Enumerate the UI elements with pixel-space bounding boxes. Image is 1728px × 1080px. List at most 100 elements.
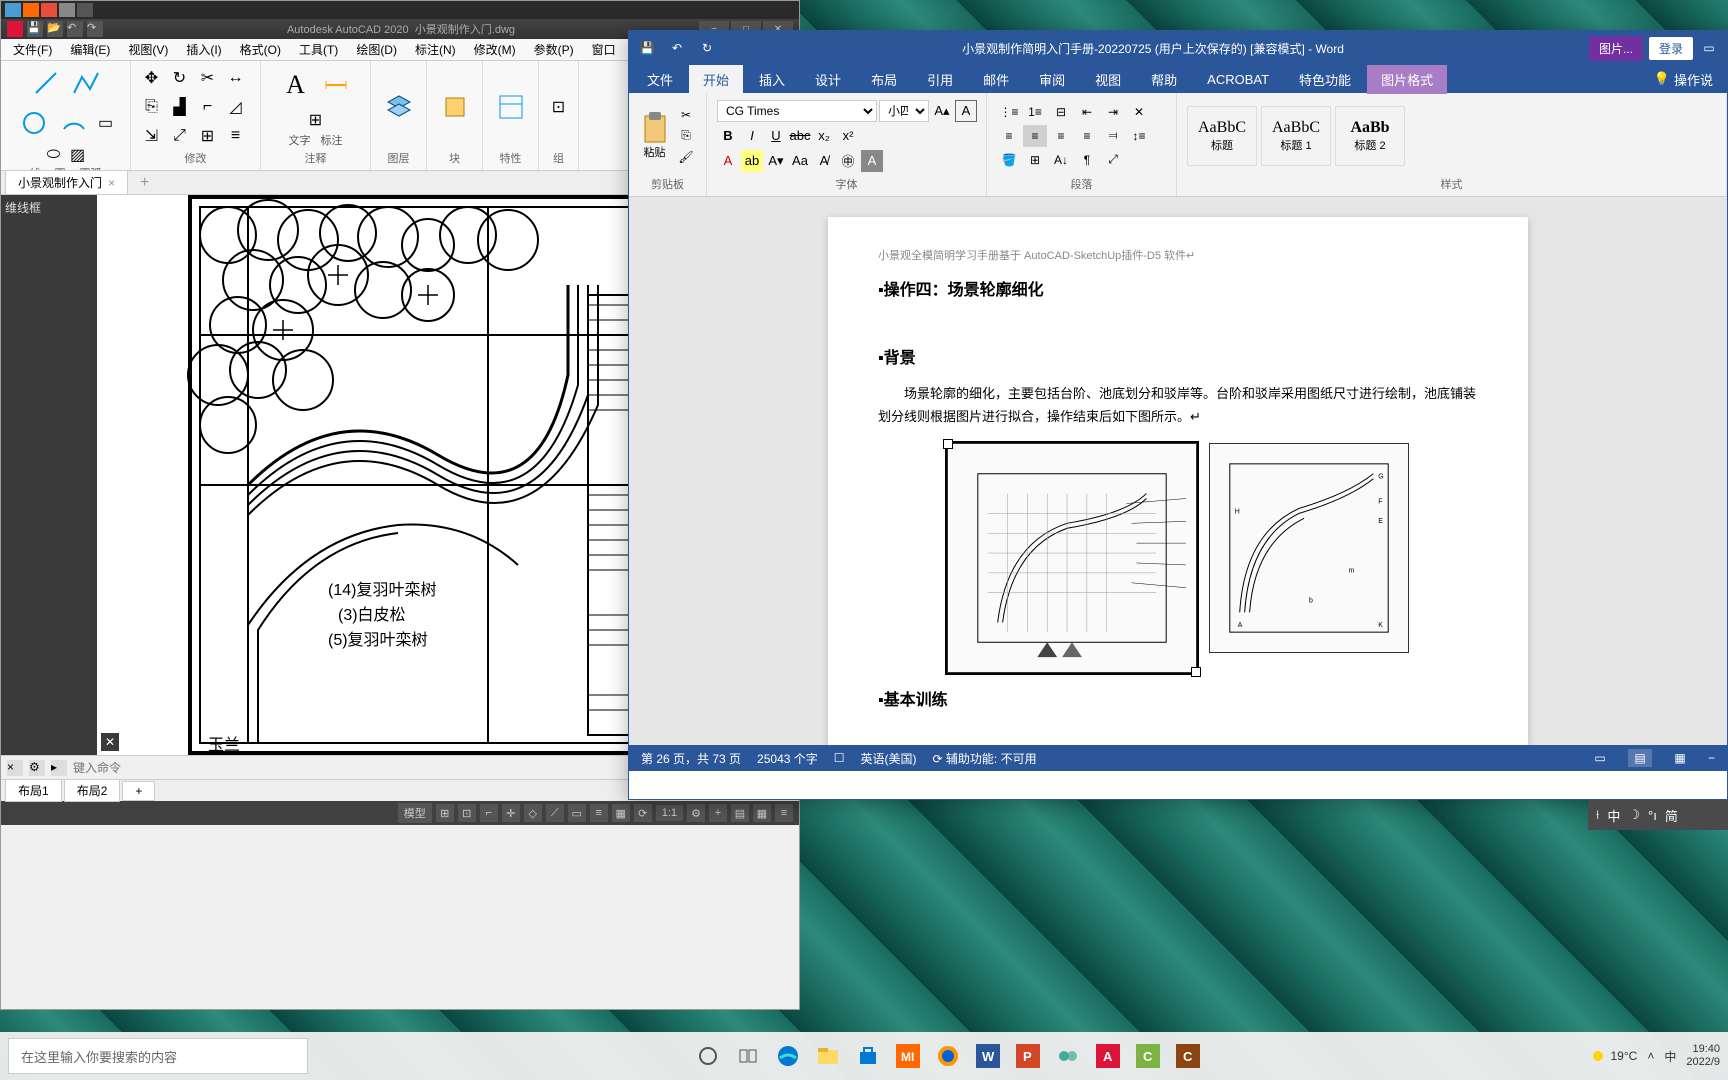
task-view-icon[interactable]: [730, 1038, 766, 1074]
app-c2-icon[interactable]: C: [1170, 1038, 1206, 1074]
align-center-button[interactable]: ≡: [1023, 125, 1047, 147]
page-status[interactable]: 第 26 页，共 73 页: [641, 750, 741, 767]
copy-icon[interactable]: ⎘: [676, 127, 696, 145]
strike-button[interactable]: abc: [789, 125, 811, 147]
fillet-tool-icon[interactable]: ⌐: [198, 97, 218, 117]
ime-bar[interactable]: ⟊ 中 ☽ °ı 简: [1588, 800, 1728, 830]
copy-tool-icon[interactable]: ⎘: [142, 97, 162, 117]
circle-tool-icon[interactable]: [16, 105, 52, 141]
tab-special[interactable]: 特色功能: [1285, 65, 1365, 94]
clock[interactable]: 19:40 2022/9: [1686, 1043, 1720, 1069]
tab-references[interactable]: 引用: [913, 65, 967, 94]
tab-picture-format[interactable]: 图片格式: [1367, 65, 1447, 94]
borders-button[interactable]: ⊞: [1023, 149, 1047, 171]
app-c-icon[interactable]: C: [1130, 1038, 1166, 1074]
rotate-tool-icon[interactable]: ↻: [170, 68, 190, 88]
qat-redo-icon[interactable]: ↷: [87, 21, 103, 37]
tab-acrobat[interactable]: ACROBAT: [1193, 67, 1283, 92]
add-layout-button[interactable]: +: [122, 781, 155, 801]
cmd-close-icon[interactable]: ×: [7, 760, 23, 776]
new-tab-button[interactable]: +: [130, 171, 159, 195]
show-marks-button[interactable]: ¶: [1075, 149, 1099, 171]
arc-tool-icon[interactable]: [56, 105, 92, 141]
desktop-icon[interactable]: [41, 3, 57, 17]
tab-home[interactable]: 开始: [689, 65, 743, 94]
weather-widget[interactable]: 19°C: [1589, 1047, 1638, 1065]
ime-indicator[interactable]: 中: [1664, 1048, 1676, 1065]
explorer-icon[interactable]: [810, 1038, 846, 1074]
tell-me-button[interactable]: 💡操作说: [1644, 65, 1723, 94]
word-count[interactable]: 25043 个字: [757, 750, 818, 767]
menu-modify[interactable]: 修改(M): [466, 39, 524, 60]
ellipse-tool-icon[interactable]: ⬭: [44, 145, 64, 165]
menu-file[interactable]: 文件(F): [5, 39, 60, 60]
print-layout-icon[interactable]: ▤: [1628, 749, 1652, 767]
sort-button[interactable]: A↓: [1049, 149, 1073, 171]
menu-insert[interactable]: 插入(I): [178, 39, 229, 60]
ime-mode[interactable]: 简: [1665, 806, 1678, 825]
save-icon[interactable]: 💾: [637, 38, 657, 58]
read-mode-icon[interactable]: ▭: [1588, 749, 1612, 767]
layout-tab[interactable]: 布局2: [64, 779, 121, 802]
dimension-tool-icon[interactable]: [318, 67, 354, 103]
menu-param[interactable]: 参数(P): [526, 39, 582, 60]
tab-insert[interactable]: 插入: [745, 65, 799, 94]
ime-pin-icon[interactable]: ⟊: [1596, 807, 1599, 823]
stretch-tool-icon[interactable]: ⇲: [142, 126, 162, 146]
dyn-icon[interactable]: ▭: [568, 804, 586, 822]
tray-chevron-icon[interactable]: ˄: [1647, 1049, 1654, 1063]
justify-button[interactable]: ≡: [1075, 125, 1099, 147]
align-right-button[interactable]: ≡: [1049, 125, 1073, 147]
ime-degree-icon[interactable]: °ı: [1648, 808, 1657, 823]
spellcheck-icon[interactable]: ☐: [834, 751, 845, 765]
cycle-icon[interactable]: ⟳: [634, 804, 652, 822]
tab-design[interactable]: 设计: [801, 65, 855, 94]
model-button[interactable]: 模型: [398, 803, 432, 823]
multilevel-button[interactable]: ⊟: [1049, 101, 1073, 123]
redo-icon[interactable]: ↻: [697, 38, 717, 58]
bold-button[interactable]: B: [717, 125, 739, 147]
undo-icon[interactable]: ↶: [667, 38, 687, 58]
doc-figure-selected[interactable]: [947, 443, 1197, 673]
desktop-icon[interactable]: [77, 3, 93, 17]
menu-icon[interactable]: ≡: [775, 804, 793, 822]
store-icon[interactable]: [850, 1038, 886, 1074]
doc-tab[interactable]: 小景观制作入门×: [5, 170, 128, 195]
menu-dim[interactable]: 标注(N): [407, 39, 464, 60]
offset-tool-icon[interactable]: ≡: [226, 126, 246, 146]
chamfer-tool-icon[interactable]: ◿: [226, 97, 246, 117]
text-tool-icon[interactable]: A: [278, 67, 314, 103]
autocad-taskbar-icon[interactable]: A: [1090, 1038, 1126, 1074]
trim-tool-icon[interactable]: ✂: [198, 68, 218, 88]
block-icon[interactable]: [437, 89, 473, 125]
menu-window[interactable]: 窗口: [584, 39, 624, 60]
table-tool-icon[interactable]: ⊞: [306, 110, 326, 130]
start-button[interactable]: [690, 1038, 726, 1074]
underline-button[interactable]: U: [765, 125, 787, 147]
style-heading1[interactable]: AaBbC标题 1: [1261, 106, 1331, 166]
text-effects-button[interactable]: A▾: [765, 150, 787, 172]
numbering-button[interactable]: 1≡: [1023, 101, 1047, 123]
menu-tools[interactable]: 工具(T): [291, 39, 346, 60]
lwt-icon[interactable]: ≡: [590, 804, 608, 822]
edge-icon[interactable]: [770, 1038, 806, 1074]
mi-icon[interactable]: MI: [890, 1038, 926, 1074]
tab-mail[interactable]: 邮件: [969, 65, 1023, 94]
web-layout-icon[interactable]: ▦: [1668, 749, 1692, 767]
firefox-icon[interactable]: [930, 1038, 966, 1074]
otrack-icon[interactable]: ⟋: [546, 804, 564, 822]
iso-icon[interactable]: ▤: [731, 804, 749, 822]
layout-tab[interactable]: 布局1: [5, 779, 62, 802]
font-name-select[interactable]: CG Times: [717, 100, 877, 122]
qat-undo-icon[interactable]: ↶: [67, 21, 83, 37]
ortho-icon[interactable]: ⌐: [480, 804, 498, 822]
char-shading-button[interactable]: A: [861, 150, 883, 172]
format-painter-icon[interactable]: 🖌: [676, 148, 696, 166]
highlight-button[interactable]: ab: [741, 150, 763, 172]
doc-figure[interactable]: AK GH FE bm: [1209, 443, 1409, 653]
login-button[interactable]: 登录: [1649, 37, 1693, 60]
desktop-icon[interactable]: [23, 3, 39, 17]
taskbar-search[interactable]: 在这里输入你要搜索的内容: [8, 1038, 308, 1074]
polar-icon[interactable]: ✛: [502, 804, 520, 822]
font-color-button[interactable]: A: [717, 150, 739, 172]
